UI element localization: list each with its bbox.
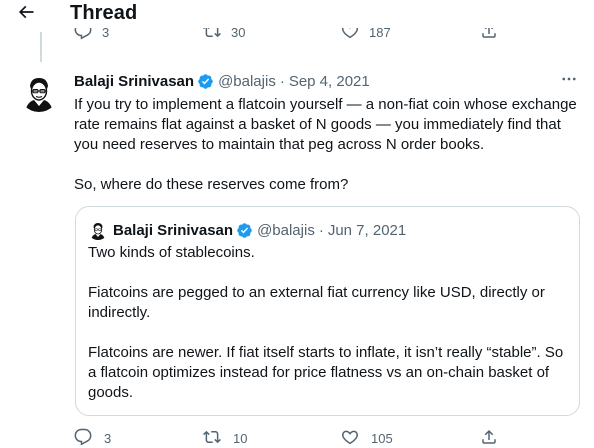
quoted-paragraph: Fiatcoins are pegged to an external fiat… xyxy=(88,284,545,321)
prev-reply-count: 3 xyxy=(102,28,110,40)
like-count: 105 xyxy=(371,431,393,446)
quoted-tweet-text: Two kinds of stablecoins. Fiatcoins are … xyxy=(88,243,570,403)
verified-badge-icon xyxy=(197,73,214,90)
verified-badge-icon xyxy=(236,222,253,239)
heart-icon xyxy=(341,428,359,448)
thread-connector-line xyxy=(40,32,42,62)
prev-like-button[interactable]: 187 xyxy=(341,28,391,43)
more-options-button[interactable] xyxy=(558,70,580,92)
share-icon xyxy=(480,28,498,43)
avatar[interactable] xyxy=(19,72,59,112)
top-bar: Thread xyxy=(0,0,594,28)
share-button[interactable] xyxy=(480,428,498,448)
reply-icon xyxy=(74,428,92,448)
prev-retweet-count: 30 xyxy=(231,28,246,40)
back-button[interactable] xyxy=(14,2,38,26)
quoted-paragraph: Two kinds of stablecoins. xyxy=(88,244,255,261)
previous-tweet-actions: 3 30 187 xyxy=(0,28,594,50)
like-button[interactable]: 105 xyxy=(341,428,393,448)
page-title: Thread xyxy=(70,2,138,24)
prev-retweet-button[interactable]: 30 xyxy=(203,28,245,43)
prev-like-count: 187 xyxy=(369,28,391,40)
retweet-button[interactable]: 10 xyxy=(203,428,247,448)
quoted-tweet-date: Jun 7, 2021 xyxy=(327,221,407,239)
share-icon xyxy=(480,428,498,448)
separator-dot: · xyxy=(318,221,324,239)
tweet-text: If you try to implement a flatcoin yours… xyxy=(74,95,584,195)
quoted-avatar xyxy=(88,220,108,240)
tweet-paragraph: So, where do these reserves come from? xyxy=(74,176,349,193)
tweet-header: Balaji Srinivasan @balajis · Sep 4, 2021 xyxy=(74,73,370,90)
quoted-author-handle: @balajis xyxy=(257,221,315,239)
more-horizontal-icon xyxy=(560,70,578,93)
quoted-author-name: Balaji Srinivasan xyxy=(113,221,234,239)
heart-icon xyxy=(341,28,359,43)
retweet-count: 10 xyxy=(233,431,248,446)
tweet-actions: 3 10 105 xyxy=(0,428,594,448)
tweet-paragraph: If you try to implement a flatcoin yours… xyxy=(74,96,577,153)
author-name[interactable]: Balaji Srinivasan xyxy=(74,73,194,90)
retweet-icon xyxy=(203,428,221,448)
reply-count: 3 xyxy=(104,431,112,446)
retweet-icon xyxy=(203,28,221,43)
separator-dot: · xyxy=(279,73,285,90)
quoted-paragraph: Flatcoins are newer. If fiat itself star… xyxy=(88,344,564,401)
quoted-tweet-card[interactable]: Balaji Srinivasan @balajis · Jun 7, 2021… xyxy=(75,206,580,416)
prev-share-button[interactable] xyxy=(480,28,498,43)
reply-button[interactable]: 3 xyxy=(74,428,111,448)
tweet-date[interactable]: Sep 4, 2021 xyxy=(289,73,370,90)
prev-reply-button[interactable]: 3 xyxy=(74,28,109,43)
quoted-tweet-header: Balaji Srinivasan @balajis · Jun 7, 2021 xyxy=(88,220,406,240)
reply-icon xyxy=(74,28,92,43)
arrow-left-icon xyxy=(16,2,36,27)
author-handle[interactable]: @balajis xyxy=(218,73,276,90)
